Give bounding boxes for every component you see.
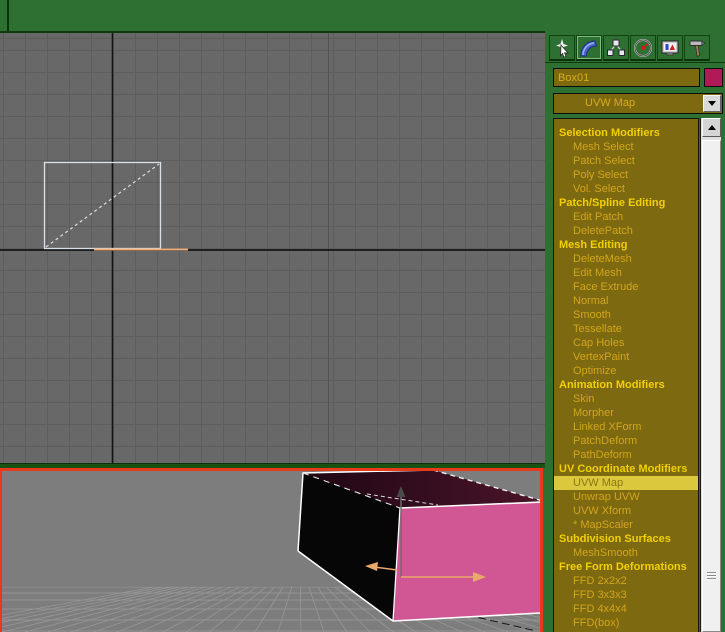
object-name-field[interactable] — [553, 68, 700, 87]
modifier-list-item[interactable]: PatchDeform — [554, 434, 698, 448]
modifier-list-item[interactable]: Morpher — [554, 406, 698, 420]
modifier-category-header: Mesh Editing — [554, 238, 698, 252]
modifier-list-item[interactable]: Cap Holes — [554, 336, 698, 350]
modifier-list-item[interactable]: Optimize — [554, 364, 698, 378]
modifier-category-header: Selection Modifiers — [554, 126, 698, 140]
grid-line — [94, 587, 223, 632]
modifier-list-item[interactable]: DeletePatch — [554, 224, 698, 238]
command-panel: UVW Map Selection ModifiersMesh SelectPa… — [545, 0, 725, 632]
modifier-category-header: Animation Modifiers — [554, 378, 698, 392]
tabs-underline — [545, 62, 725, 63]
modifier-category-header: Patch/Spline Editing — [554, 196, 698, 210]
grid-line — [0, 587, 171, 632]
modifier-list-item[interactable]: MeshSmooth — [554, 546, 698, 560]
modifier-list-item[interactable]: Skin — [554, 392, 698, 406]
modifier-category-header: UV Coordinate Modifiers — [554, 462, 698, 476]
grid-line — [255, 587, 283, 632]
modifier-category-header: Subdivision Surfaces — [554, 532, 698, 546]
scrollbar-thumb[interactable] — [702, 140, 721, 632]
front-viewport[interactable] — [0, 33, 545, 463]
modifier-list-item[interactable]: Smooth — [554, 308, 698, 322]
hierarchy-icon — [606, 38, 626, 58]
modifier-list-item[interactable]: Tessellate — [554, 322, 698, 336]
display-icon — [660, 38, 680, 58]
modifier-list-item[interactable]: VertexPaint — [554, 350, 698, 364]
grid-line — [0, 587, 180, 632]
modifier-list-item[interactable]: FFD 4x4x4 — [554, 602, 698, 616]
grid-line — [25, 587, 197, 632]
modifier-list-item[interactable]: FFD(box) — [554, 616, 698, 630]
dropdown-arrow-button[interactable] — [703, 95, 721, 112]
grid-line — [0, 587, 154, 632]
modifier-list-item[interactable]: Mesh Select — [554, 140, 698, 154]
modifier-list-item[interactable]: DeleteMesh — [554, 252, 698, 266]
modifier-list-item[interactable]: Linked XForm — [554, 420, 698, 434]
modify-icon — [579, 38, 599, 58]
grid-line — [278, 587, 292, 632]
tab-create[interactable] — [549, 35, 575, 61]
grid-line — [163, 587, 249, 632]
grid-line — [209, 587, 266, 632]
command-panel-tabs — [549, 35, 710, 61]
modifier-list-item[interactable]: Vol. Select — [554, 182, 698, 196]
modifier-list-item[interactable]: * MapScaler — [554, 518, 698, 532]
motion-icon — [633, 38, 653, 58]
modifier-list-item[interactable]: Poly Select — [554, 168, 698, 182]
modifier-list-scrollbar[interactable] — [700, 118, 721, 632]
utilities-icon — [687, 38, 707, 58]
modifier-list-item[interactable]: UVW Map — [554, 476, 698, 490]
grid-line — [232, 587, 275, 632]
tab-motion[interactable] — [630, 35, 656, 61]
modifier-list-item[interactable]: PathDeform — [554, 448, 698, 462]
modifier-list-item[interactable]: Edit Patch — [554, 210, 698, 224]
titlebar-divider — [7, 0, 9, 31]
grid-line — [71, 587, 214, 632]
front-viewport-drawing — [0, 33, 545, 463]
3dsmax-window: UVW Map Selection ModifiersMesh SelectPa… — [0, 0, 725, 632]
modifier-list-item[interactable]: Face Extrude — [554, 280, 698, 294]
modifier-list-item[interactable]: FFD 3x3x3 — [554, 588, 698, 602]
modifier-dropdown-value: UVW Map — [585, 97, 635, 109]
wireframe-diagonal-edge — [46, 164, 159, 247]
modifier-list-item[interactable]: Patch Select — [554, 154, 698, 168]
grid-line — [186, 587, 257, 632]
grid-line — [117, 587, 231, 632]
chevron-down-icon — [708, 101, 716, 110]
modifier-list-item[interactable]: Edit Mesh — [554, 266, 698, 280]
grid-line — [300, 587, 301, 632]
modifier-category-header: Free Form Deformations — [554, 560, 698, 574]
tab-modify[interactable] — [576, 35, 602, 61]
object-color-swatch[interactable] — [704, 68, 723, 87]
triangle-up-icon — [708, 121, 716, 130]
perspective-drawing — [0, 468, 543, 632]
modifier-dropdown[interactable]: UVW Map — [553, 93, 723, 114]
grid-line — [140, 587, 240, 632]
modifier-list-item[interactable]: Normal — [554, 294, 698, 308]
scrollbar-grip — [707, 572, 716, 580]
box-front-face[interactable] — [393, 502, 543, 621]
tab-hierarchy[interactable] — [603, 35, 629, 61]
modifier-list-item[interactable]: Unwrap UVW — [554, 490, 698, 504]
scrollbar-up-button[interactable] — [702, 118, 721, 137]
perspective-viewport[interactable] — [0, 468, 543, 632]
tab-utilities[interactable] — [684, 35, 710, 61]
modifier-dropdown-list: Selection ModifiersMesh SelectPatch Sele… — [553, 118, 699, 632]
modifier-list-item[interactable]: UVW Xform — [554, 504, 698, 518]
create-icon — [552, 38, 572, 58]
tab-display[interactable] — [657, 35, 683, 61]
modifier-list-item[interactable]: FFD 2x2x2 — [554, 574, 698, 588]
